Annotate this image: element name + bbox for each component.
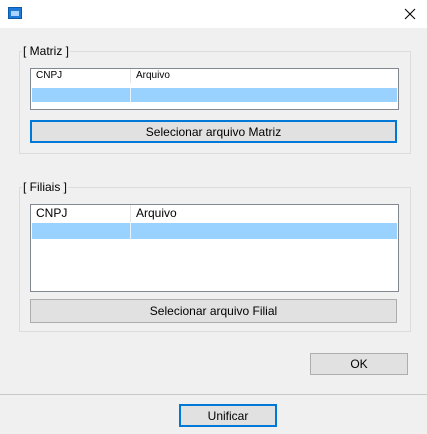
dialog-content: [ Matriz ] CNPJ Arquivo Selecionar arqui… (0, 28, 427, 394)
close-icon (404, 8, 416, 20)
unificar-button[interactable]: Unificar (179, 404, 277, 427)
matriz-list[interactable]: CNPJ Arquivo (30, 68, 399, 110)
matriz-list-header: CNPJ Arquivo (31, 69, 398, 83)
matriz-legend: [ Matriz ] (23, 44, 70, 58)
filiais-legend: [ Filiais ] (23, 180, 68, 194)
select-filial-file-button[interactable]: Selecionar arquivo Filial (30, 299, 397, 323)
matriz-column-arquivo[interactable]: Arquivo (131, 69, 398, 83)
select-matriz-file-button[interactable]: Selecionar arquivo Matriz (30, 120, 397, 143)
filiais-column-cnpj[interactable]: CNPJ (31, 205, 131, 222)
filiais-list[interactable]: CNPJ Arquivo (30, 204, 399, 292)
matriz-table-row[interactable] (32, 88, 397, 102)
title-bar (0, 0, 427, 28)
filiais-table-row[interactable] (32, 223, 397, 239)
filiais-list-header: CNPJ Arquivo (31, 205, 398, 222)
close-button[interactable] (399, 4, 421, 24)
matriz-row-cnpj (32, 88, 131, 102)
filiais-row-arquivo (131, 223, 397, 239)
matriz-row-arquivo (131, 88, 397, 102)
matriz-column-cnpj[interactable]: CNPJ (31, 69, 131, 83)
app-window-icon (8, 7, 22, 19)
ok-button[interactable]: OK (310, 353, 408, 375)
filiais-column-arquivo[interactable]: Arquivo (131, 205, 398, 222)
footer-bar: Unificar (0, 394, 427, 434)
filiais-row-cnpj (32, 223, 131, 239)
